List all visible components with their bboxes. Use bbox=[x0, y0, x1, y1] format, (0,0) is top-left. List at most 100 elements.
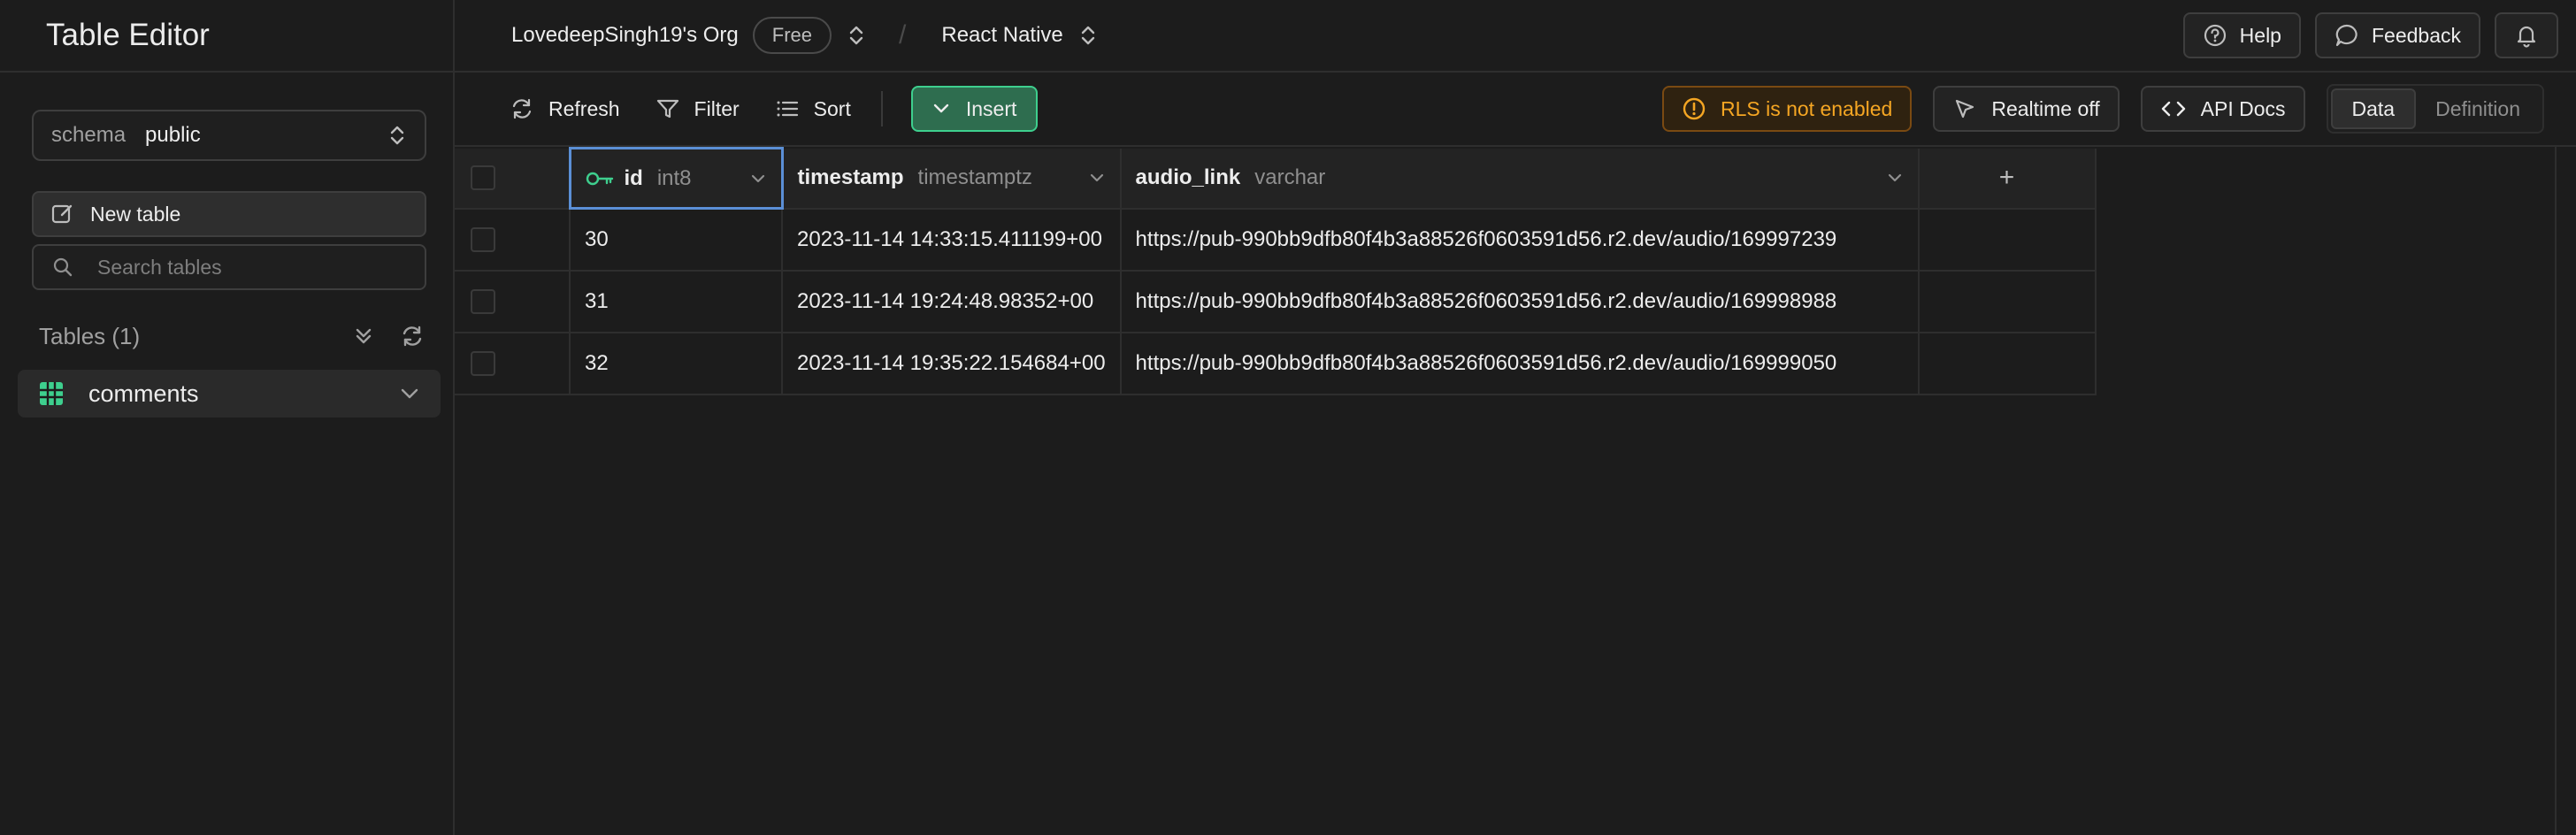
column-header-timestamp[interactable]: timestamp timestamptz bbox=[782, 148, 1122, 210]
tab-data[interactable]: Data bbox=[2330, 88, 2417, 129]
chevron-down-icon bbox=[932, 103, 950, 115]
realtime-label: Realtime off bbox=[1991, 96, 2100, 120]
column-name: audio_link bbox=[1135, 165, 1241, 189]
table-row: 30 2023-11-14 14:33:15.411199+00 https:/… bbox=[455, 208, 2097, 272]
cell-empty bbox=[1918, 332, 2097, 395]
sort-button[interactable]: Sort bbox=[757, 86, 869, 132]
cell-audio-link[interactable]: https://pub-990bb9dfb80f4b3a88526f060359… bbox=[1120, 332, 1920, 395]
code-icon bbox=[2160, 96, 2187, 121]
notifications-button[interactable] bbox=[2495, 12, 2558, 58]
column-type: varchar bbox=[1254, 165, 1326, 189]
sidebar-item-comments[interactable]: comments bbox=[18, 370, 441, 418]
list-icon bbox=[775, 96, 800, 121]
insert-label: Insert bbox=[965, 96, 1017, 120]
schema-select[interactable]: schema public bbox=[32, 110, 426, 161]
tab-definition[interactable]: Definition bbox=[2416, 88, 2540, 129]
column-name: timestamp bbox=[797, 165, 904, 189]
refresh-label: Refresh bbox=[548, 96, 620, 120]
api-docs-button[interactable]: API Docs bbox=[2140, 86, 2305, 132]
search-tables-input[interactable] bbox=[96, 254, 400, 280]
select-all-cell bbox=[455, 148, 571, 210]
chevron-up-down-icon[interactable] bbox=[1079, 24, 1097, 47]
add-column-cell: + bbox=[1918, 148, 2097, 210]
collapse-all-icon[interactable] bbox=[352, 325, 375, 348]
grid-scrollbar-track[interactable] bbox=[2555, 147, 2557, 835]
schema-value: public bbox=[145, 123, 201, 147]
search-tables-field[interactable] bbox=[32, 244, 426, 290]
feedback-label: Feedback bbox=[2371, 23, 2461, 47]
search-icon bbox=[53, 257, 73, 277]
view-toggle: Data Definition bbox=[2326, 84, 2544, 134]
new-table-label: New table bbox=[90, 202, 181, 226]
message-icon bbox=[2334, 23, 2359, 48]
select-all-checkbox[interactable] bbox=[471, 165, 495, 190]
column-header-id[interactable]: id int8 bbox=[568, 147, 784, 210]
header-row: id int8 timestamp timestamptz audio_link… bbox=[455, 147, 2097, 210]
cell-audio-link[interactable]: https://pub-990bb9dfb80f4b3a88526f060359… bbox=[1120, 270, 1920, 333]
column-type: timestamptz bbox=[917, 165, 1032, 189]
realtime-button[interactable]: Realtime off bbox=[1933, 86, 2120, 132]
bell-icon bbox=[2514, 23, 2539, 48]
chevron-down-icon[interactable] bbox=[1088, 172, 1106, 184]
row-checkbox[interactable] bbox=[471, 350, 495, 376]
breadcrumb-separator: / bbox=[899, 20, 907, 50]
cell-id[interactable]: 31 bbox=[570, 270, 783, 333]
sidebar: Table Editor schema public New table Tab… bbox=[0, 0, 455, 835]
refresh-tables-icon[interactable] bbox=[400, 324, 425, 349]
chevron-down-icon[interactable] bbox=[400, 387, 419, 400]
tables-count: Tables (1) bbox=[39, 322, 141, 349]
row-checkbox[interactable] bbox=[471, 226, 495, 252]
cell-empty bbox=[1918, 208, 2097, 272]
help-button[interactable]: Help bbox=[2182, 12, 2301, 58]
cell-id[interactable]: 30 bbox=[570, 208, 783, 272]
key-icon bbox=[586, 170, 614, 188]
row-select-cell bbox=[455, 332, 571, 395]
cell-timestamp[interactable]: 2023-11-14 19:35:22.154684+00 bbox=[782, 332, 1122, 395]
topbar: LovedeepSingh19's Org Free / React Nativ… bbox=[455, 0, 2576, 73]
app-title: Table Editor bbox=[0, 0, 453, 73]
tables-header: Tables (1) bbox=[39, 317, 425, 356]
plan-badge: Free bbox=[752, 17, 832, 54]
cell-audio-link[interactable]: https://pub-990bb9dfb80f4b3a88526f060359… bbox=[1120, 208, 1920, 272]
column-name: id bbox=[624, 165, 643, 190]
table-grid-icon bbox=[39, 381, 64, 406]
alert-circle-icon bbox=[1682, 96, 1706, 121]
table-name: comments bbox=[88, 379, 199, 407]
cell-empty bbox=[1918, 270, 2097, 333]
help-circle-icon bbox=[2203, 23, 2227, 48]
filter-icon bbox=[656, 96, 680, 121]
filter-label: Filter bbox=[694, 96, 740, 120]
add-column-button[interactable]: + bbox=[1920, 149, 2094, 206]
chevron-up-down-icon[interactable] bbox=[847, 24, 865, 47]
toolbar-divider bbox=[880, 91, 883, 126]
table-row: 32 2023-11-14 19:35:22.154684+00 https:/… bbox=[455, 332, 2097, 395]
project-name[interactable]: React Native bbox=[941, 23, 1062, 48]
rls-label: RLS is not enabled bbox=[1720, 96, 1893, 120]
row-select-cell bbox=[455, 208, 571, 272]
column-header-audio-link[interactable]: audio_link varchar bbox=[1120, 148, 1920, 210]
column-type: int8 bbox=[656, 165, 692, 190]
edit-icon bbox=[51, 203, 74, 226]
help-label: Help bbox=[2239, 23, 2281, 47]
sort-label: Sort bbox=[813, 96, 851, 120]
data-grid: id int8 timestamp timestamptz audio_link… bbox=[455, 147, 2097, 395]
cell-id[interactable]: 32 bbox=[570, 332, 783, 395]
org-name[interactable]: LovedeepSingh19's Org bbox=[511, 23, 739, 48]
table-row: 31 2023-11-14 19:24:48.98352+00 https://… bbox=[455, 270, 2097, 333]
feedback-button[interactable]: Feedback bbox=[2314, 12, 2480, 58]
chevron-down-icon[interactable] bbox=[1886, 172, 1904, 184]
cursor-icon bbox=[1952, 96, 1977, 121]
refresh-button[interactable]: Refresh bbox=[492, 86, 638, 132]
schema-label: schema bbox=[51, 123, 126, 147]
row-select-cell bbox=[455, 270, 571, 333]
cell-timestamp[interactable]: 2023-11-14 14:33:15.411199+00 bbox=[782, 208, 1122, 272]
insert-button[interactable]: Insert bbox=[910, 86, 1039, 132]
toolbar: Refresh Filter Sort Insert RLS is not en… bbox=[455, 73, 2576, 147]
api-docs-label: API Docs bbox=[2200, 96, 2286, 120]
filter-button[interactable]: Filter bbox=[638, 86, 757, 132]
row-checkbox[interactable] bbox=[471, 288, 495, 314]
rls-warning-button[interactable]: RLS is not enabled bbox=[1661, 86, 1913, 132]
chevron-down-icon[interactable] bbox=[749, 172, 767, 185]
new-table-button[interactable]: New table bbox=[32, 191, 426, 237]
cell-timestamp[interactable]: 2023-11-14 19:24:48.98352+00 bbox=[782, 270, 1122, 333]
